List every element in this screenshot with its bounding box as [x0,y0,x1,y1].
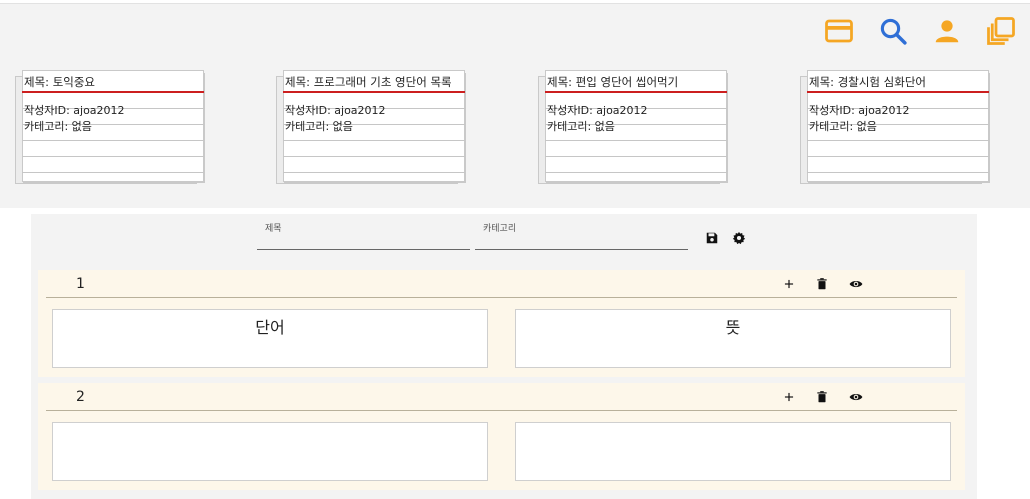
deck-author: 작성자ID: ajoa2012 [809,104,910,117]
deck-category: 카테고리: 없음 [24,120,92,133]
meaning-field[interactable] [515,422,951,481]
save-icon[interactable] [703,229,721,247]
deck-category: 카테고리: 없음 [809,120,877,133]
card-number: 2 [76,389,85,405]
top-toolbar [822,14,1018,48]
library-icon[interactable] [984,14,1018,48]
word-card: 2 [38,383,965,490]
deck-title-underline [807,91,989,93]
add-card-button[interactable] [780,275,798,293]
eye-icon[interactable] [847,388,865,406]
category-field: 카테고리 [475,214,688,252]
deck-card[interactable]: 제목: 토익중요 작성자ID: ajoa2012 카테고리: 없음 [15,70,206,186]
category-input[interactable] [475,228,688,250]
eye-icon[interactable] [847,275,865,293]
delete-icon[interactable] [813,388,831,406]
deck-author: 작성자ID: ajoa2012 [285,104,386,117]
deck-card[interactable]: 제목: 경찰시험 심화단어 작성자ID: ajoa2012 카테고리: 없음 [800,70,991,186]
delete-icon[interactable] [813,275,831,293]
deck-title-underline [283,91,465,93]
deck-title: 제목: 경찰시험 심화단어 [809,75,926,89]
add-card-button[interactable] [780,388,798,406]
deck-title: 제목: 편입 영단어 씹어먹기 [547,75,679,89]
deck-title-underline [545,91,727,93]
deck-editor: 제목 카테고리 1 단어 뜻 2 [31,214,977,499]
person-icon[interactable] [930,14,964,48]
card-number: 1 [76,276,85,292]
deck-category: 카테고리: 없음 [285,120,353,133]
meaning-field[interactable]: 뜻 [515,309,951,368]
deck-title-underline [22,91,204,93]
title-input[interactable] [257,228,470,250]
deck-author: 작성자ID: ajoa2012 [24,104,125,117]
card-divider [46,410,957,411]
card-icon[interactable] [822,14,856,48]
deck-card[interactable]: 제목: 프로그래머 기초 영단어 목록 작성자ID: ajoa2012 카테고리… [276,70,467,186]
deck-title: 제목: 토익중요 [24,75,96,89]
word-field[interactable] [52,422,488,481]
card-divider [46,297,957,298]
search-icon[interactable] [876,14,910,48]
word-card: 1 단어 뜻 [38,270,965,377]
settings-icon[interactable] [730,229,748,247]
word-field[interactable]: 단어 [52,309,488,368]
deck-category: 카테고리: 없음 [547,120,615,133]
title-field: 제목 [257,214,470,252]
deck-title: 제목: 프로그래머 기초 영단어 목록 [285,75,452,89]
deck-list-panel: 제목: 토익중요 작성자ID: ajoa2012 카테고리: 없음 제목: 프로… [0,3,1030,208]
deck-author: 작성자ID: ajoa2012 [547,104,648,117]
deck-card[interactable]: 제목: 편입 영단어 씹어먹기 작성자ID: ajoa2012 카테고리: 없음 [538,70,729,186]
